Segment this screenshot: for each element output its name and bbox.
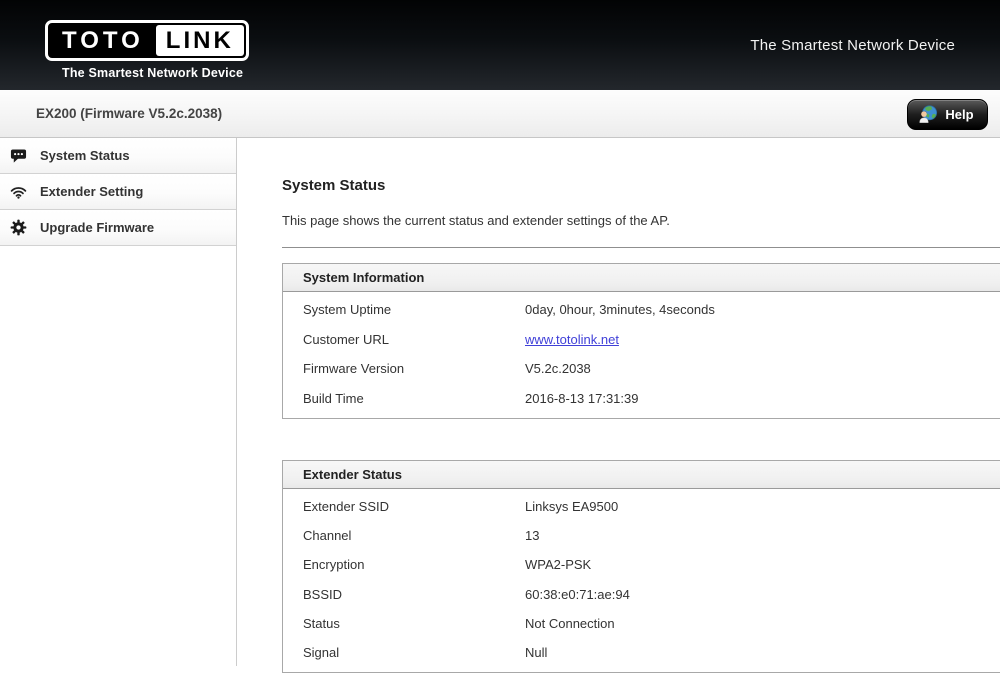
row-value: WPA2-PSK (525, 557, 1000, 572)
sidebar-item-system-status[interactable]: System Status (0, 138, 236, 174)
row-label: Encryption (303, 557, 525, 572)
content-area: System Status Extender Setting (0, 138, 1000, 666)
table-title: Extender Status (283, 461, 1000, 489)
row-label: BSSID (303, 587, 525, 602)
row-value: 0day, 0hour, 3minutes, 4seconds (525, 302, 1000, 317)
top-banner: TOTO LINK The Smartest Network Device Th… (0, 0, 1000, 90)
row-value: Null (525, 645, 1000, 660)
table-body: Extender SSID Linksys EA9500 Channel 13 … (283, 489, 1000, 672)
sidebar-nav: System Status Extender Setting (0, 138, 237, 666)
customer-url-link[interactable]: www.totolink.net (525, 332, 619, 347)
table-row: Status Not Connection (283, 609, 1000, 638)
banner-tagline-right: The Smartest Network Device (750, 37, 955, 54)
totolink-logo-box: TOTO LINK (45, 20, 249, 61)
row-label: Status (303, 616, 525, 631)
totolink-logo: TOTO LINK The Smartest Network Device (45, 20, 249, 80)
table-row: Extender SSID Linksys EA9500 (283, 492, 1000, 521)
wifi-icon (10, 183, 27, 200)
help-button-label: Help (945, 107, 973, 122)
device-firmware-title: EX200 (Firmware V5.2c.2038) (36, 106, 222, 121)
row-value: 13 (525, 528, 1000, 543)
table-row: BSSID 60:38:e0:71:ae:94 (283, 580, 1000, 609)
sidebar-item-extender-setting[interactable]: Extender Setting (0, 174, 236, 210)
globe-person-icon (917, 104, 938, 125)
table-row: Signal Null (283, 638, 1000, 667)
row-value: www.totolink.net (525, 332, 1000, 347)
section-divider (282, 247, 1000, 248)
logo-toto-text: TOTO (48, 23, 156, 58)
row-value: Not Connection (525, 616, 1000, 631)
page-description: This page shows the current status and e… (282, 213, 1000, 228)
help-button[interactable]: Help (907, 99, 988, 130)
row-label: Channel (303, 528, 525, 543)
table-row: Firmware Version V5.2c.2038 (283, 354, 1000, 384)
table-row: Channel 13 (283, 521, 1000, 550)
table-row: Encryption WPA2-PSK (283, 550, 1000, 579)
row-label: Firmware Version (303, 361, 525, 376)
table-row: Customer URL www.totolink.net (283, 325, 1000, 355)
sidebar-item-label: Upgrade Firmware (40, 220, 154, 235)
row-value: V5.2c.2038 (525, 361, 1000, 376)
row-value: 60:38:e0:71:ae:94 (525, 587, 1000, 602)
table-row: Build Time 2016-8-13 17:31:39 (283, 384, 1000, 414)
sidebar-item-upgrade-firmware[interactable]: Upgrade Firmware (0, 210, 236, 246)
page-title: System Status (282, 178, 1000, 194)
row-value: Linksys EA9500 (525, 499, 1000, 514)
row-label: Customer URL (303, 332, 525, 347)
extender-status-table: Extender Status Extender SSID Linksys EA… (282, 460, 1000, 673)
chat-bubble-icon (10, 147, 27, 164)
table-row: System Uptime 0day, 0hour, 3minutes, 4se… (283, 295, 1000, 325)
row-value: 2016-8-13 17:31:39 (525, 391, 1000, 406)
gear-icon (10, 219, 27, 236)
sidebar-item-label: Extender Setting (40, 184, 143, 199)
logo-link-text: LINK (156, 25, 244, 56)
table-body: System Uptime 0day, 0hour, 3minutes, 4se… (283, 292, 1000, 418)
table-title: System Information (283, 264, 1000, 292)
row-label: System Uptime (303, 302, 525, 317)
sidebar-item-label: System Status (40, 148, 130, 163)
row-label: Signal (303, 645, 525, 660)
row-label: Build Time (303, 391, 525, 406)
system-information-table: System Information System Uptime 0day, 0… (282, 263, 1000, 419)
logo-tagline: The Smartest Network Device (62, 66, 249, 80)
row-label: Extender SSID (303, 499, 525, 514)
main-panel: System Status This page shows the curren… (237, 138, 1000, 666)
device-title-bar: EX200 (Firmware V5.2c.2038) Help (0, 90, 1000, 138)
